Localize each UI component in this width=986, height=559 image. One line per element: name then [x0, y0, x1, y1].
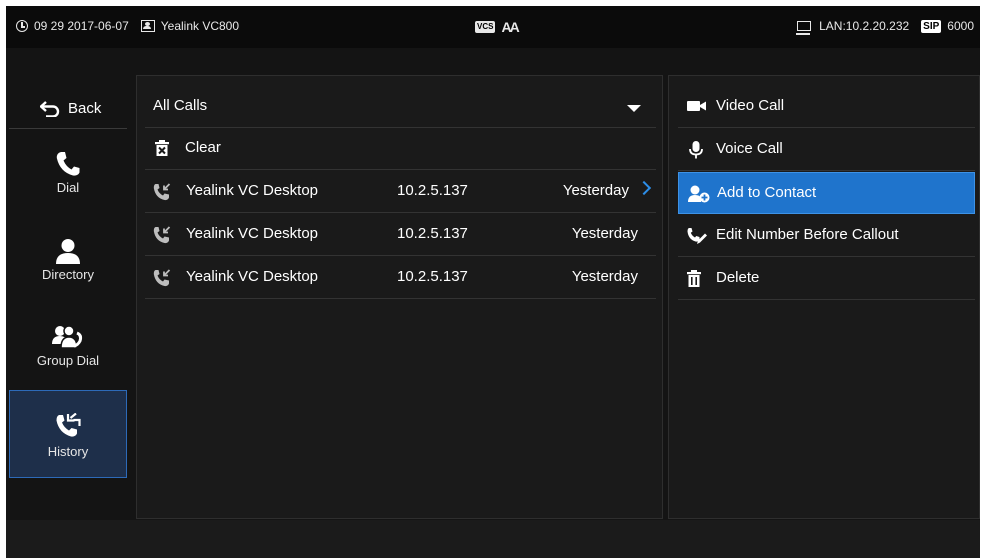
- voice-call-button[interactable]: Voice Call: [678, 129, 975, 171]
- edit-number-button[interactable]: Edit Number Before Callout: [678, 215, 975, 257]
- nav-item-history[interactable]: History: [9, 390, 127, 478]
- sip-account: 6000: [947, 19, 974, 33]
- add-contact-icon: [688, 185, 710, 203]
- delete-button[interactable]: Delete: [678, 258, 975, 300]
- trash-icon: [687, 270, 701, 287]
- call-time: Yesterday: [562, 182, 629, 199]
- call-actions-panel: Video Call Voice Call Add to Contact Edi…: [668, 75, 980, 519]
- call-row[interactable]: Yealink VC Desktop 10.2.5.137 Yesterday: [145, 257, 656, 299]
- sip-icon: SIP: [921, 19, 942, 33]
- network-icon: [796, 21, 812, 35]
- clear-icon: [155, 140, 169, 156]
- call-row[interactable]: Yealink VC Desktop 10.2.5.137 Yesterday: [145, 171, 656, 213]
- video-camera-icon: [687, 101, 706, 111]
- status-right: LAN:10.2.20.232 SIP 6000: [796, 19, 974, 35]
- nav-item-dial[interactable]: Dial: [9, 131, 127, 217]
- history-icon: [56, 413, 81, 437]
- left-nav: Back Dial Directory Group Dial History: [6, 75, 131, 519]
- add-to-contact-label: Add to Contact: [717, 184, 817, 201]
- call-time: Yesterday: [571, 225, 638, 242]
- font-size-icon: AA: [501, 19, 519, 35]
- call-filter-label: All Calls: [153, 97, 208, 114]
- caller-number: 10.2.5.137: [397, 225, 468, 242]
- bottom-bar: [6, 520, 980, 558]
- delete-label: Delete: [716, 269, 760, 286]
- nav-item-group-dial[interactable]: Group Dial: [9, 304, 127, 390]
- status-center: VCS AA: [475, 19, 520, 35]
- clear-button[interactable]: Clear: [145, 128, 656, 170]
- device-name: Yealink VC800: [160, 19, 240, 33]
- video-call-button[interactable]: Video Call: [678, 86, 975, 128]
- vcs-icon: VCS: [475, 21, 496, 33]
- add-to-contact-button[interactable]: Add to Contact: [678, 172, 975, 214]
- incoming-call-icon: [153, 269, 171, 287]
- clear-label: Clear: [185, 139, 221, 156]
- status-left: 09 29 2017-06-07 Yealink VC800: [16, 19, 239, 33]
- caller-name: Yealink VC Desktop: [186, 225, 319, 242]
- edit-number-label: Edit Number Before Callout: [716, 226, 899, 243]
- datetime: 09 29 2017-06-07: [34, 19, 129, 33]
- back-arrow-icon: [40, 101, 60, 117]
- call-row[interactable]: Yealink VC Desktop 10.2.5.137 Yesterday: [145, 214, 656, 256]
- person-icon: [56, 239, 80, 264]
- nav-divider: [9, 128, 127, 129]
- group-icon: [52, 325, 83, 349]
- chevron-down-icon: [627, 105, 641, 112]
- caller-number: 10.2.5.137: [397, 182, 468, 199]
- device-icon: [140, 20, 155, 32]
- microphone-icon: [689, 141, 703, 159]
- nav-item-directory[interactable]: Directory: [9, 218, 127, 304]
- status-bar: 09 29 2017-06-07 Yealink VC800 VCS AA LA…: [6, 6, 980, 48]
- caller-number: 10.2.5.137: [397, 268, 468, 285]
- nav-label-group-dial: Group Dial: [36, 353, 100, 368]
- nav-label-dial: Dial: [56, 180, 80, 195]
- incoming-call-icon: [153, 183, 171, 201]
- edit-number-icon: [687, 228, 707, 244]
- phone-icon: [56, 152, 80, 176]
- call-history-panel: All Calls Clear Yealink VC Desktop 10.2.…: [136, 75, 663, 519]
- lan-address: LAN:10.2.20.232: [819, 19, 910, 33]
- clock-icon: [16, 20, 28, 32]
- call-time: Yesterday: [571, 268, 638, 285]
- caller-name: Yealink VC Desktop: [186, 268, 319, 285]
- call-filter-dropdown[interactable]: All Calls: [145, 86, 656, 128]
- back-button[interactable]: Back: [9, 88, 127, 128]
- screen: 09 29 2017-06-07 Yealink VC800 VCS AA LA…: [6, 6, 980, 558]
- incoming-call-icon: [153, 226, 171, 244]
- voice-call-label: Voice Call: [716, 140, 783, 157]
- video-call-label: Video Call: [716, 97, 785, 114]
- chevron-right-icon: [636, 180, 652, 196]
- caller-name: Yealink VC Desktop: [186, 182, 319, 199]
- nav-label-directory: Directory: [41, 267, 94, 282]
- nav-label-history: History: [47, 444, 89, 459]
- back-label: Back: [68, 99, 102, 117]
